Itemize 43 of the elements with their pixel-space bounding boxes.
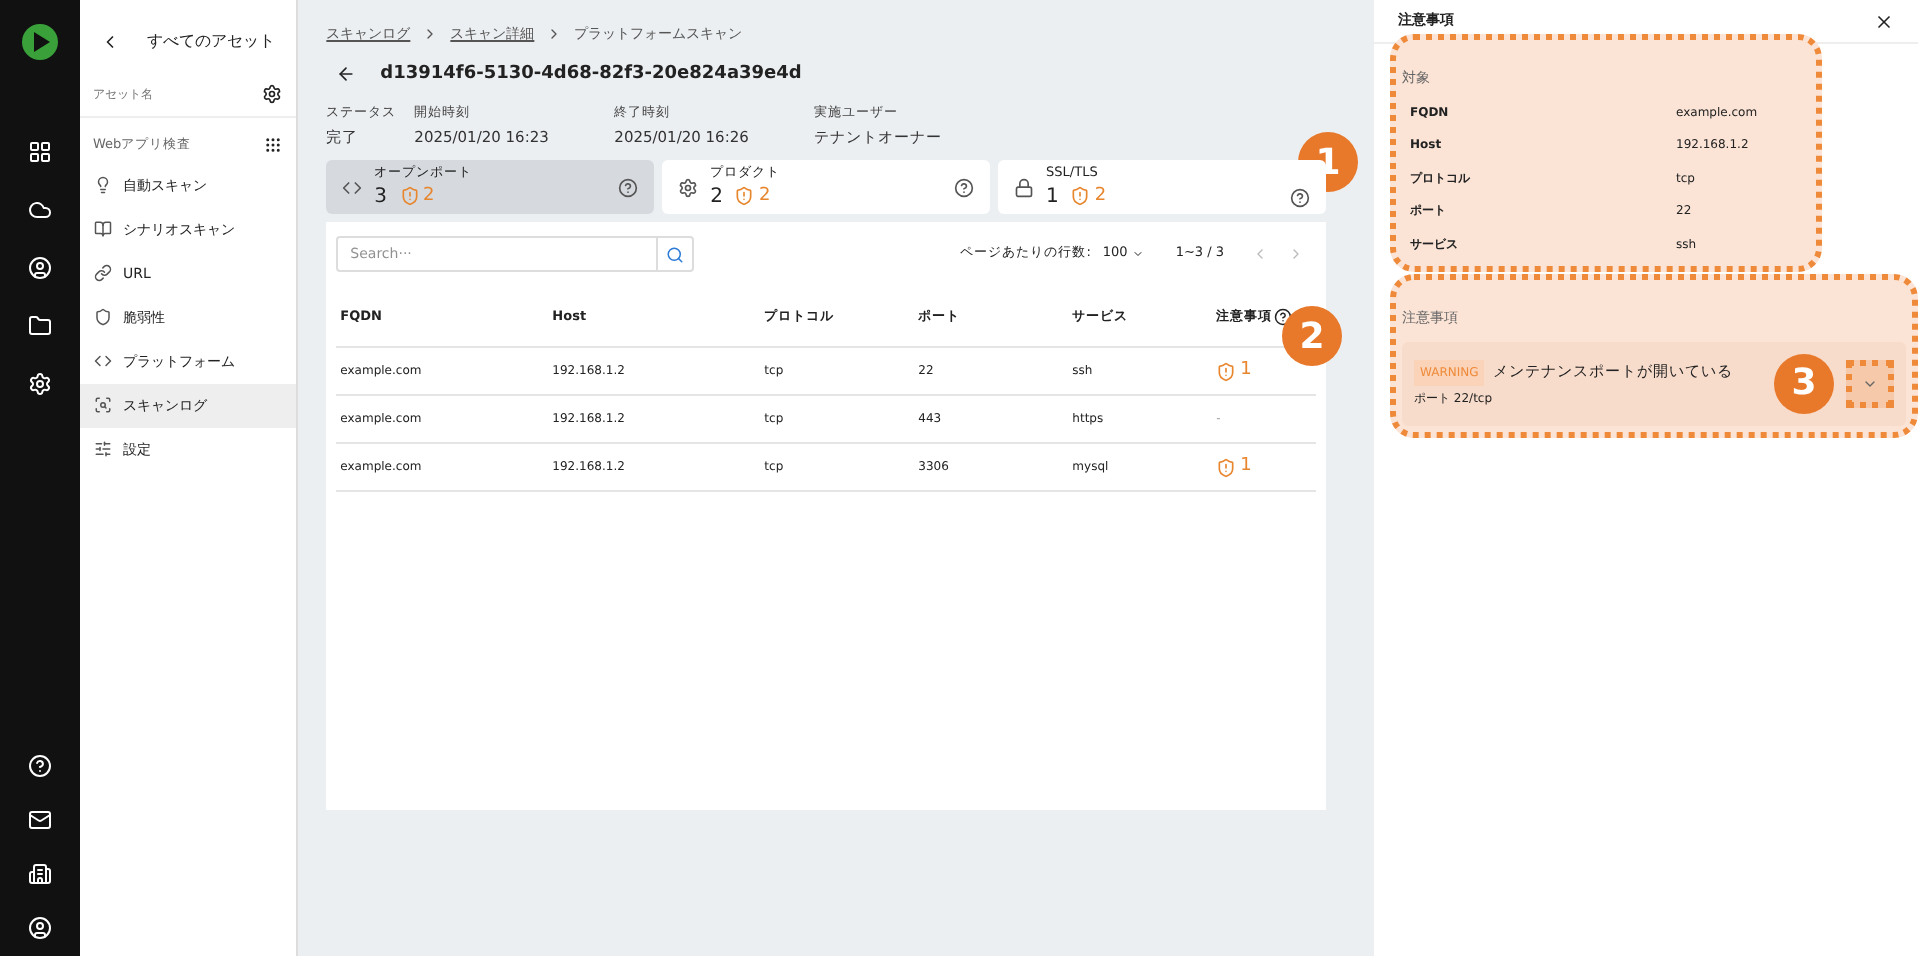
- user-icon[interactable]: [27, 256, 52, 280]
- building-icon[interactable]: [27, 862, 52, 886]
- bulb-icon: [93, 176, 112, 195]
- grid-icon[interactable]: [264, 136, 283, 155]
- shield-icon: [1070, 186, 1091, 207]
- lock-icon: [1014, 177, 1035, 197]
- close-icon[interactable]: [1874, 11, 1894, 31]
- book-icon: [93, 220, 112, 239]
- shield-icon: [1216, 361, 1237, 381]
- sliders-icon: [93, 440, 112, 459]
- help-icon[interactable]: [1289, 187, 1310, 207]
- scan-id-title: d13914f6-5130-4d68-82f3-20e824a39e4d: [380, 61, 802, 87]
- back-arrow-icon[interactable]: [336, 64, 357, 85]
- scan-icon: [93, 396, 112, 415]
- callout-number: 2: [1282, 306, 1342, 366]
- logo-icon: [21, 24, 58, 60]
- warning-count: 2: [1070, 183, 1107, 211]
- code-icon: [93, 352, 112, 371]
- shield-icon: [1216, 457, 1237, 477]
- warning-count: 1: [1216, 453, 1252, 481]
- shield-icon: [93, 308, 112, 327]
- back-label[interactable]: すべてのアセット: [147, 30, 276, 54]
- grid-icon[interactable]: [27, 140, 52, 164]
- callout-number: 3: [1774, 353, 1834, 413]
- link-icon: [93, 264, 112, 283]
- folder-icon[interactable]: [27, 314, 52, 338]
- warning-count: 1: [1216, 357, 1252, 385]
- gear-icon: [678, 177, 699, 197]
- cloud-icon[interactable]: [27, 198, 52, 222]
- caret-icon: [1131, 248, 1144, 260]
- code-icon: [342, 177, 363, 197]
- card-count: 1: [1046, 185, 1059, 208]
- settings-icon[interactable]: [262, 84, 283, 104]
- search-icon[interactable]: [666, 245, 685, 263]
- warning-count: 2: [399, 183, 435, 211]
- shield-icon: [399, 186, 420, 207]
- mail-icon[interactable]: [27, 808, 52, 832]
- card-count: 2: [710, 185, 723, 208]
- help-icon[interactable]: [954, 177, 975, 197]
- shield-icon: [734, 186, 755, 207]
- user-icon[interactable]: [27, 916, 52, 940]
- warning-count: 2: [734, 183, 771, 211]
- card-count: 3: [374, 185, 388, 208]
